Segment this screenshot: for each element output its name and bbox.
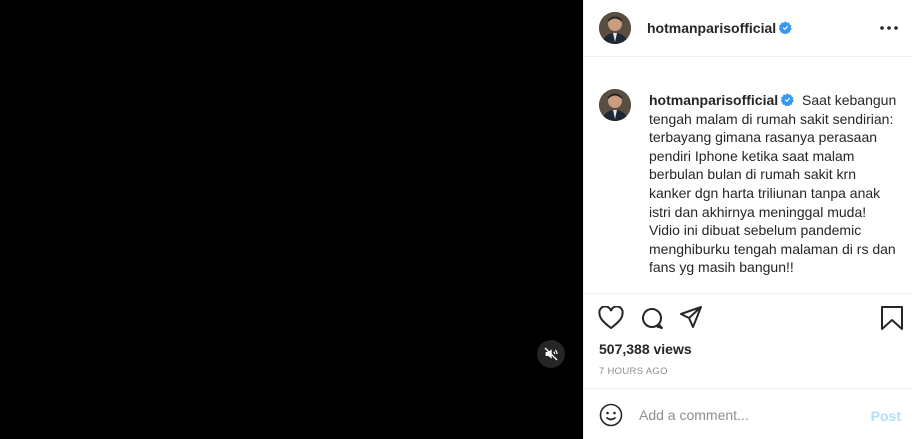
save-button[interactable] bbox=[880, 305, 904, 336]
post-timestamp[interactable]: 7 HOURS AGO bbox=[599, 366, 668, 377]
views-count[interactable]: 507,388 views bbox=[599, 341, 692, 357]
post-caption: hotmanparisofficial Saat kebangun tengah… bbox=[649, 91, 899, 277]
bookmark-icon bbox=[881, 306, 903, 330]
post-author-username[interactable]: hotmanparisofficial bbox=[647, 20, 792, 36]
smiley-icon bbox=[599, 403, 623, 427]
post-comment-button[interactable]: Post bbox=[871, 408, 901, 424]
more-options-icon bbox=[880, 26, 898, 30]
emoji-button[interactable] bbox=[599, 403, 623, 432]
comment-bar: Post bbox=[584, 388, 912, 439]
comment-bubble-icon bbox=[642, 308, 663, 329]
views-label: views bbox=[653, 341, 692, 357]
comment-button[interactable] bbox=[640, 306, 664, 335]
username-text[interactable]: hotmanparisofficial bbox=[649, 92, 778, 108]
views-number: 507,388 bbox=[599, 341, 650, 357]
caption-text: Saat kebangun tengah malam di rumah saki… bbox=[649, 92, 897, 276]
muted-speaker-icon bbox=[544, 347, 558, 361]
mute-toggle-button[interactable] bbox=[537, 340, 565, 368]
heart-icon bbox=[598, 305, 624, 330]
post-header: hotmanparisofficial bbox=[584, 0, 912, 57]
share-button[interactable] bbox=[679, 305, 703, 334]
caption-section: hotmanparisofficial Saat kebangun tengah… bbox=[584, 57, 912, 294]
caption-avatar[interactable] bbox=[599, 89, 631, 121]
more-options-button[interactable] bbox=[877, 18, 901, 38]
video-player[interactable] bbox=[0, 0, 583, 439]
verified-badge-icon bbox=[781, 93, 794, 106]
verified-badge-icon bbox=[779, 21, 792, 34]
avatar[interactable] bbox=[599, 12, 631, 44]
username-text[interactable]: hotmanparisofficial bbox=[647, 20, 776, 36]
paper-plane-icon bbox=[680, 306, 702, 328]
comment-input[interactable] bbox=[639, 405, 859, 425]
post-side-panel: hotmanparisofficial hotmanparisofficial … bbox=[583, 0, 912, 439]
like-button[interactable] bbox=[598, 305, 624, 335]
caption-author-username[interactable]: hotmanparisofficial bbox=[649, 92, 794, 108]
profile-photo-icon bbox=[599, 89, 631, 121]
profile-photo-icon bbox=[599, 12, 631, 44]
